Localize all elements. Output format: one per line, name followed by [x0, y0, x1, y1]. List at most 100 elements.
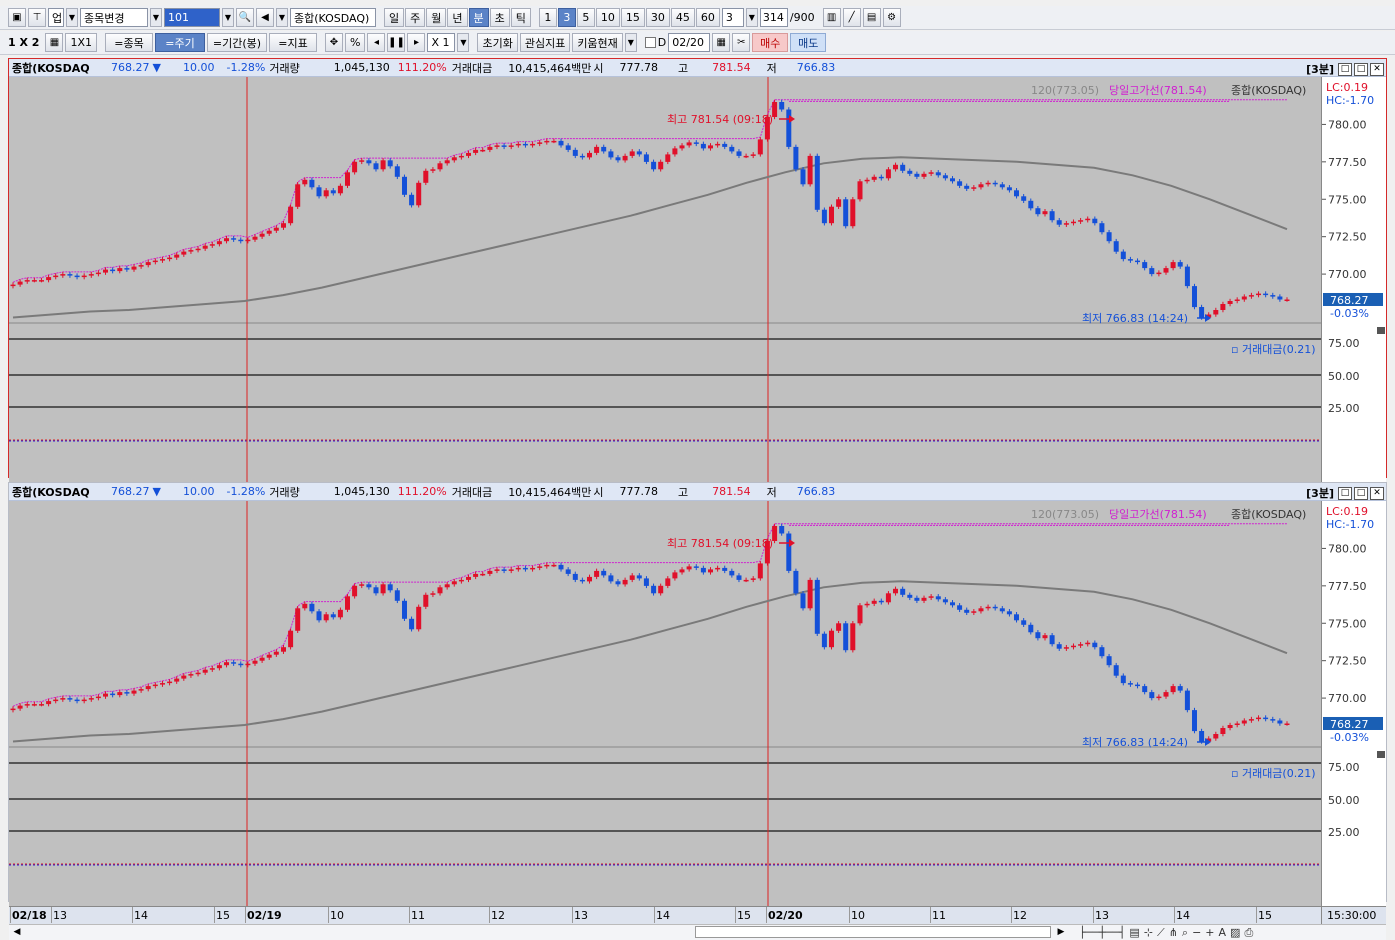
table-icon[interactable]: ▤ — [1129, 926, 1139, 939]
interval-button[interactable]: 1 — [538, 8, 557, 27]
save-icon[interactable]: ▤ — [862, 8, 881, 27]
search-icon[interactable]: 🔍 — [236, 8, 254, 27]
sell-button[interactable]: 매도 — [790, 33, 827, 52]
pin-icon[interactable]: ⊤ — [28, 8, 46, 27]
print-icon[interactable]: ⎙ — [1244, 926, 1253, 940]
crosshair-icon[interactable]: ✥ — [325, 33, 343, 52]
high-value: 781.54 — [712, 485, 751, 498]
text-icon[interactable]: A — [1219, 926, 1227, 939]
period-button[interactable]: 분 — [468, 8, 489, 27]
candle-body — [736, 151, 742, 156]
period-button[interactable]: 초 — [489, 8, 510, 27]
candle-body — [88, 698, 94, 700]
change-item-select[interactable]: 종목변경 — [80, 8, 148, 27]
sub-close-icon[interactable] — [1377, 751, 1385, 758]
buy-button[interactable]: 매수 — [752, 33, 789, 52]
percent-button[interactable]: % — [345, 33, 366, 52]
watch-indicator-button[interactable]: 관심지표 — [519, 33, 571, 52]
date-input[interactable]: 02/20 — [668, 33, 711, 52]
horizontal-scrollbar[interactable]: ◀ ▶ — [9, 924, 1071, 940]
tab-period[interactable]: =기간(봉) — [207, 33, 267, 52]
close-icon[interactable]: ✕ — [1370, 486, 1384, 500]
grid-icon[interactable]: ▦ — [45, 33, 64, 52]
kiwoom-current-button[interactable]: 키움현재 — [572, 33, 623, 52]
window-icon[interactable]: ▣ — [8, 8, 26, 27]
period-button[interactable]: 주 — [405, 8, 426, 27]
candle-tool-icon[interactable]: ▥ — [822, 8, 841, 27]
maximize-icon[interactable]: □ — [1354, 486, 1368, 500]
count-input[interactable]: 314 — [759, 8, 788, 27]
tab-item[interactable]: =종목 — [105, 33, 153, 52]
candle-body — [380, 160, 386, 170]
layout-label[interactable]: 1 X 2 — [8, 36, 39, 49]
candle-body — [266, 654, 272, 658]
zoom-slider-icon[interactable]: ├──┼──┤ — [1079, 926, 1125, 939]
code-input[interactable]: 101 — [164, 8, 220, 27]
speaker-icon[interactable]: ◀ — [256, 8, 274, 27]
candle-body — [288, 630, 294, 648]
search-icon[interactable]: ⌕ — [1182, 926, 1188, 940]
line-tool-icon[interactable]: ╱ — [842, 8, 861, 27]
prev-icon[interactable]: ◂ — [367, 33, 386, 52]
period-button[interactable]: 일 — [384, 8, 405, 27]
chart-plot[interactable]: 120(773.05) 당일고가선(781.54) 종합(KOSDAQ) 최고 781… — [9, 77, 1321, 482]
y-tick-label: 777.50 — [1328, 156, 1367, 169]
cursor-icon[interactable]: ⊹ — [1144, 926, 1153, 939]
scroll-thumb[interactable] — [695, 926, 1051, 938]
chevron-down-icon[interactable]: ▼ — [624, 33, 637, 52]
chevron-down-icon[interactable]: ▼ — [745, 8, 758, 27]
chevron-down-icon[interactable]: ▼ — [150, 8, 162, 27]
close-icon[interactable]: ✕ — [1370, 62, 1384, 76]
candle-body — [316, 187, 322, 197]
scroll-right-icon[interactable]: ▶ — [1055, 926, 1067, 938]
zoom-select[interactable]: X 1 — [427, 33, 456, 52]
interval-button[interactable]: 5 — [576, 8, 595, 27]
interval-button[interactable]: 10 — [595, 8, 620, 27]
layout-1x1-button[interactable]: 1X1 — [65, 33, 97, 52]
period-button[interactable]: 월 — [426, 8, 447, 27]
interval-button[interactable]: 15 — [620, 8, 645, 27]
next-icon[interactable]: ▸ — [407, 33, 426, 52]
gear-icon[interactable]: ⚙ — [882, 8, 901, 27]
candle-body — [800, 593, 806, 609]
period-button[interactable]: 틱 — [510, 8, 531, 27]
chevron-down-icon[interactable]: ▼ — [222, 8, 234, 27]
price-chart[interactable]: 120(773.05) 당일고가선(781.54) 종합(KOSDAQ) 최고 781… — [9, 501, 1321, 906]
scroll-left-icon[interactable]: ◀ — [11, 926, 23, 938]
candle-body — [394, 590, 400, 601]
scissors-icon[interactable]: ✂ — [732, 33, 751, 52]
interval-button[interactable]: 45 — [670, 8, 695, 27]
candle-body — [1063, 223, 1069, 225]
chevron-down-icon[interactable]: ▼ — [66, 8, 78, 27]
trend-icon[interactable]: ⟋ — [1157, 926, 1165, 940]
candle-body — [402, 176, 407, 195]
market-select[interactable]: 업 — [48, 8, 64, 27]
reset-button[interactable]: 초기화 — [477, 33, 518, 52]
period-button[interactable]: 년 — [447, 8, 468, 27]
restore-icon[interactable]: □ — [1338, 62, 1352, 76]
maximize-icon[interactable]: □ — [1354, 62, 1368, 76]
tab-cycle[interactable]: =주기 — [155, 33, 205, 52]
item-name-field[interactable]: 종합(KOSDAQ) — [290, 8, 376, 27]
interval-input[interactable]: 3 — [721, 8, 744, 27]
pause-icon[interactable]: ❚❚ — [387, 33, 406, 52]
candle-body — [167, 681, 173, 684]
price-chart[interactable]: 120(773.05) 당일고가선(781.54) 종합(KOSDAQ) 최고 781… — [9, 77, 1321, 482]
minus-icon[interactable]: − — [1192, 926, 1201, 939]
interval-button[interactable]: 60 — [695, 8, 720, 27]
image-icon[interactable]: ▨ — [1230, 926, 1240, 939]
interval-button[interactable]: 30 — [645, 8, 670, 27]
restore-icon[interactable]: □ — [1338, 486, 1352, 500]
chart-plot[interactable]: 120(773.05) 당일고가선(781.54) 종합(KOSDAQ) 최고 781… — [9, 501, 1321, 906]
chevron-down-icon[interactable]: ▼ — [276, 8, 288, 27]
d-checkbox[interactable] — [644, 37, 656, 48]
second-toolbar: 1 X 2 ▦ 1X1 =종목 =주기 =기간(봉) =지표 ✥ % ◂ ❚❚ … — [0, 31, 1395, 55]
plus-icon[interactable]: + — [1205, 926, 1214, 939]
fork-icon[interactable]: ⋔ — [1169, 926, 1178, 939]
tab-indicator[interactable]: =지표 — [269, 33, 317, 52]
calendar-icon[interactable]: ▦ — [712, 33, 731, 52]
interval-button[interactable]: 3 — [557, 8, 576, 27]
chevron-down-icon[interactable]: ▼ — [457, 33, 470, 52]
candle-body — [885, 169, 891, 179]
sub-close-icon[interactable] — [1377, 327, 1385, 334]
